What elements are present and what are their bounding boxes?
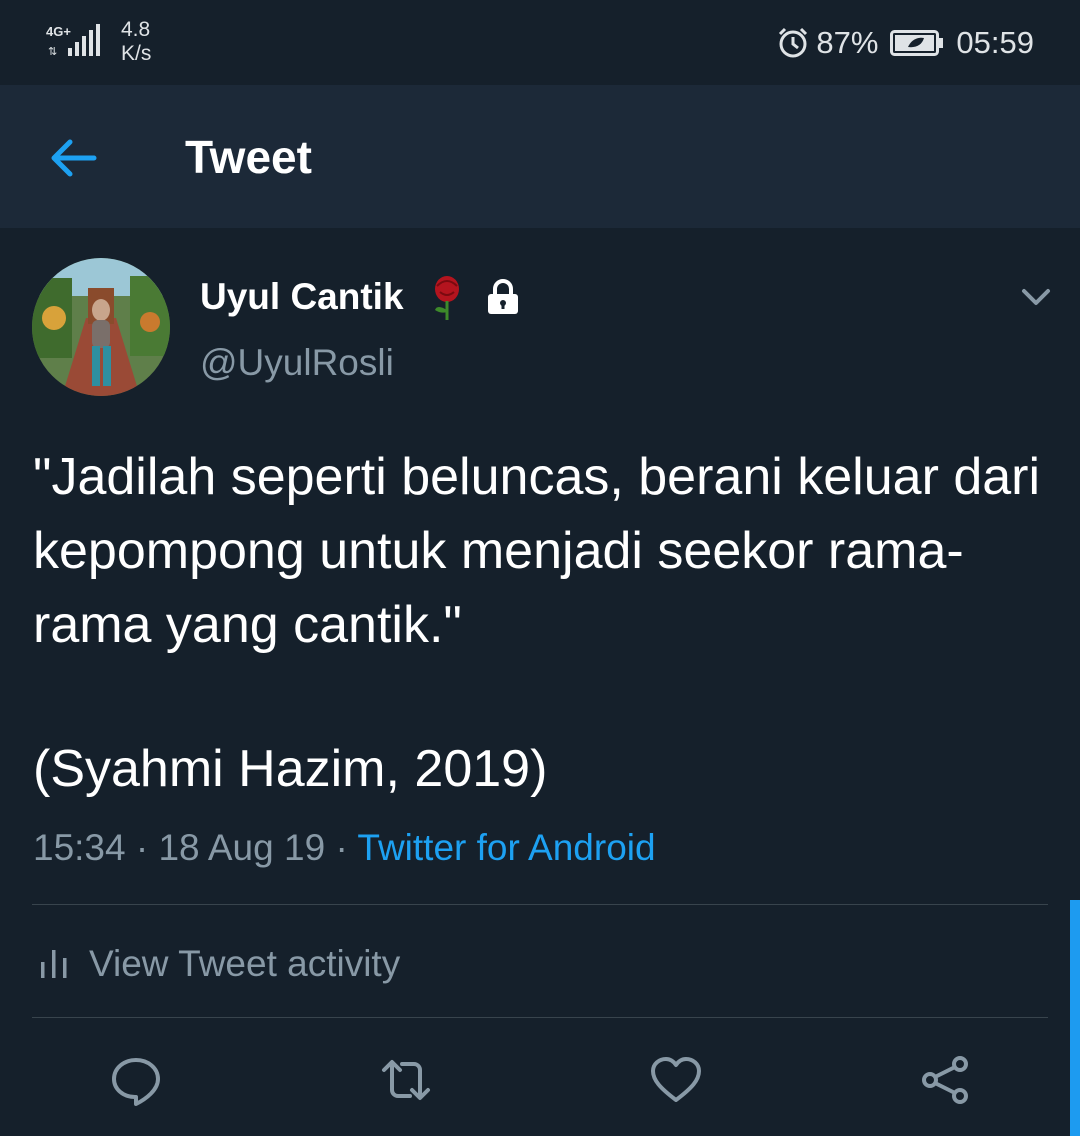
bar-chart-icon	[41, 950, 67, 978]
signal-icon: 4G+ ⇅	[46, 24, 100, 58]
tweet-time: 15:34	[33, 827, 126, 868]
alarm-icon	[779, 27, 808, 58]
speed-value: 4.8	[121, 18, 151, 41]
share-icon[interactable]	[918, 1052, 974, 1108]
tweet-source-link[interactable]: Twitter for Android	[357, 827, 655, 868]
divider	[32, 1017, 1048, 1018]
lock-icon	[488, 279, 518, 314]
avatar[interactable]	[32, 258, 170, 396]
tweet-date: 18 Aug 19	[158, 827, 326, 868]
meta-separator: ·	[335, 827, 348, 868]
app-header	[0, 85, 1080, 228]
arrow-left-icon[interactable]	[44, 135, 100, 181]
network-speed: 4.8 K/s	[121, 18, 151, 66]
rose-icon	[435, 276, 459, 320]
divider	[32, 904, 1048, 905]
reply-icon[interactable]	[108, 1052, 164, 1108]
author-handle[interactable]: @UyulRosli	[200, 340, 394, 386]
battery-percent: 87%	[816, 25, 879, 60]
retweet-icon[interactable]	[378, 1052, 434, 1108]
tweet-text-body: "Jadilah seperti beluncas, berani keluar…	[33, 448, 1041, 654]
tweet-citation: (Syahmi Hazim, 2019)	[33, 740, 548, 798]
avatar-image	[32, 258, 170, 396]
page-title: Tweet	[185, 131, 312, 183]
speed-unit: K/s	[121, 42, 152, 65]
svg-text:⇅: ⇅	[48, 46, 57, 58]
chevron-down-icon[interactable]	[1016, 283, 1056, 311]
view-activity-button[interactable]: View Tweet activity	[33, 941, 400, 987]
tweet-text: "Jadilah seperti beluncas, berani keluar…	[33, 440, 1043, 662]
clock: 05:59	[956, 25, 1034, 60]
status-bar: 4G+ ⇅ 4.8 K/s 87% 05:59	[0, 0, 1080, 85]
heart-icon[interactable]	[648, 1052, 704, 1108]
tweet-meta: 15:34 · 18 Aug 19 · Twitter for Android	[33, 825, 656, 871]
view-activity-label: View Tweet activity	[89, 943, 401, 984]
author-name[interactable]: Uyul Cantik	[200, 274, 404, 320]
scrollbar[interactable]	[1070, 900, 1080, 1136]
status-right: 87% 05:59	[776, 22, 1034, 64]
network-type: 4G+	[46, 24, 71, 39]
battery-icon	[890, 30, 944, 56]
meta-separator: ·	[135, 827, 149, 868]
